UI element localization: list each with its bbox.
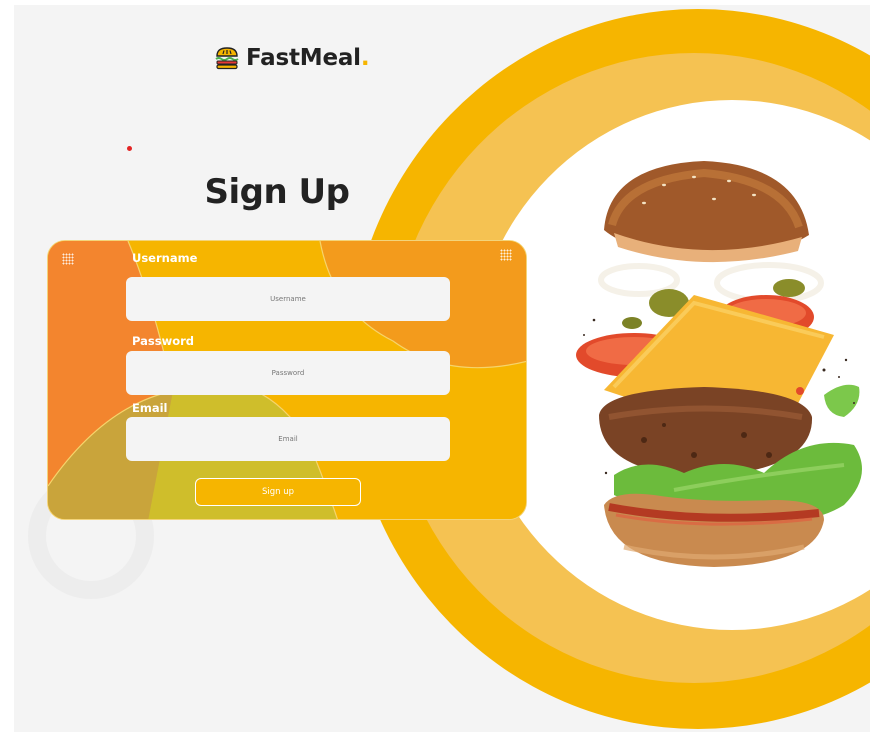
password-input[interactable] bbox=[126, 351, 450, 395]
password-label: Password bbox=[132, 334, 194, 348]
decor-dots-left bbox=[62, 253, 74, 265]
decor-red-dot bbox=[127, 146, 132, 151]
username-label: Username bbox=[132, 251, 198, 265]
burger-illustration bbox=[576, 161, 862, 567]
brand-name: FastMeal bbox=[246, 45, 361, 71]
brand-logo[interactable]: FastMeal. bbox=[214, 45, 370, 71]
email-label: Email bbox=[132, 401, 168, 415]
email-input[interactable] bbox=[126, 417, 450, 461]
username-input[interactable] bbox=[126, 277, 450, 321]
page-canvas: FastMeal. Sign Up Username Password Emai… bbox=[14, 5, 870, 732]
decor-dots-right bbox=[500, 249, 512, 261]
page-title: Sign Up bbox=[204, 172, 350, 212]
brand-dot: . bbox=[360, 45, 370, 71]
burger-icon bbox=[215, 47, 239, 70]
signup-form: Username Password Email Sign up bbox=[47, 240, 527, 520]
signup-button[interactable]: Sign up bbox=[195, 478, 361, 506]
